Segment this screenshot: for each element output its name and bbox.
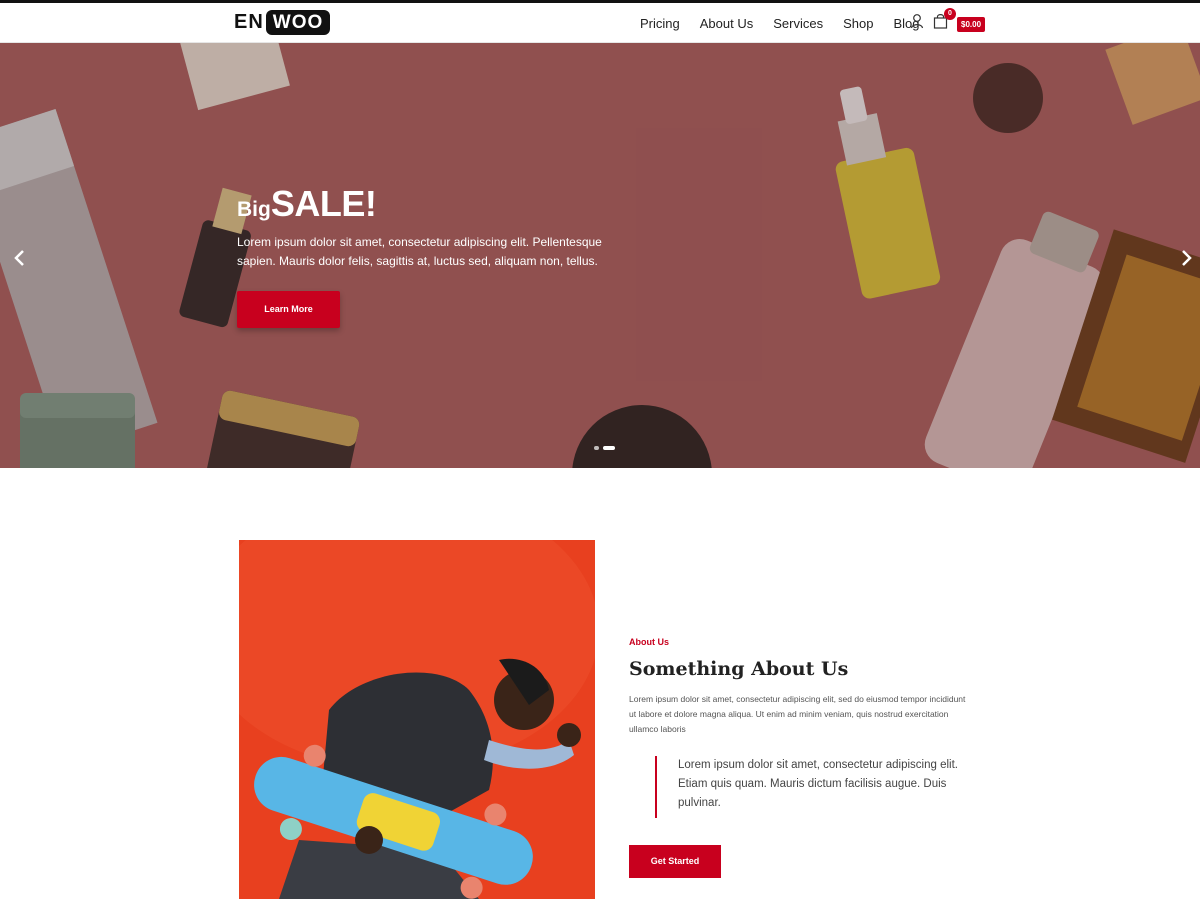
about-image: [239, 540, 595, 899]
cart-total-badge[interactable]: $0.00: [957, 17, 986, 32]
about-kicker: About Us: [629, 637, 669, 647]
chevron-left-icon[interactable]: [12, 248, 28, 268]
hero-description: Lorem ipsum dolor sit amet, consectetur …: [237, 235, 602, 268]
about-title: Something About Us: [629, 658, 849, 680]
nav-services[interactable]: Services: [773, 16, 823, 31]
hero-title-small: Big: [237, 198, 271, 221]
nav-shop[interactable]: Shop: [843, 16, 873, 31]
chevron-right-icon[interactable]: [1178, 248, 1194, 268]
user-icon[interactable]: [910, 13, 926, 31]
quote-bar: [655, 756, 657, 818]
learn-more-button[interactable]: Learn More: [237, 291, 340, 328]
logo-text-woo: WOO: [265, 10, 331, 35]
slider-dot-2[interactable]: [603, 446, 615, 450]
logo-text-en: EN: [234, 11, 264, 33]
slider-dot-1[interactable]: [594, 446, 599, 450]
nav-pricing[interactable]: Pricing: [640, 16, 680, 31]
hero-title: BigSALE!: [237, 183, 377, 225]
site-header: EN WOO Pricing About Us Services Shop Bl…: [0, 3, 1200, 43]
main-nav: Pricing About Us Services Shop Blog: [630, 3, 930, 43]
slider-dots: [594, 446, 615, 450]
hero-title-big: SALE!: [270, 183, 377, 224]
get-started-button[interactable]: Get Started: [629, 845, 721, 878]
hero-slider: BigSALE! Lorem ipsum dolor sit amet, con…: [0, 43, 1200, 468]
about-text: Lorem ipsum dolor sit amet, consectetur …: [629, 694, 966, 734]
nav-about-us[interactable]: About Us: [700, 16, 753, 31]
cart-count-badge: 0: [944, 8, 956, 20]
about-quote: Lorem ipsum dolor sit amet, consectetur …: [678, 759, 958, 809]
site-logo[interactable]: EN WOO: [234, 10, 331, 35]
